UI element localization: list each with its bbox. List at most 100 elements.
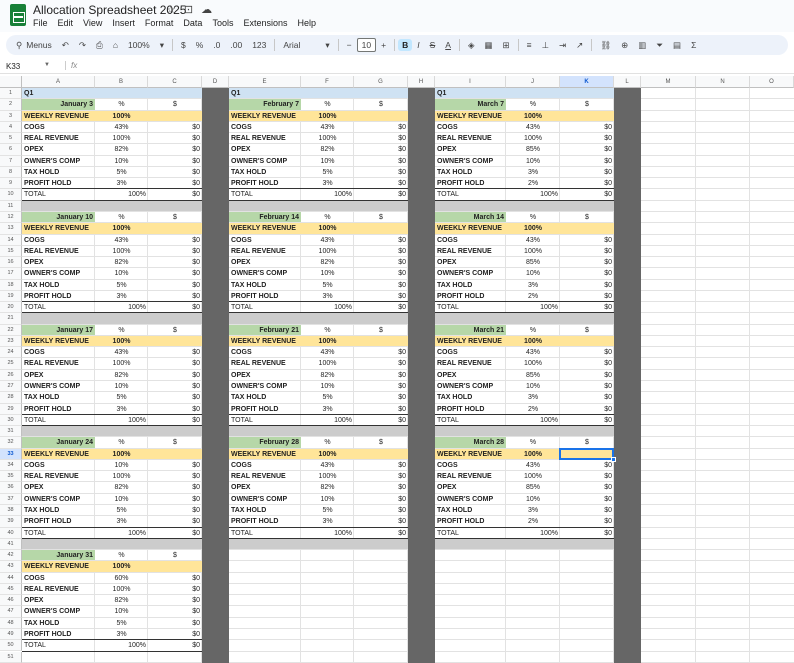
line-item-label[interactable]: COGS [435, 122, 506, 133]
line-item-amount[interactable]: $0 [354, 156, 408, 167]
line-item-label[interactable]: TAX HOLD [435, 280, 506, 291]
line-item-label[interactable]: REAL REVENUE [229, 471, 301, 482]
weekly-revenue-percent[interactable]: 100% [301, 111, 354, 122]
line-item-label[interactable]: COGS [229, 122, 301, 133]
line-item-amount[interactable]: $0 [560, 246, 614, 257]
line-item-amount[interactable]: $0 [148, 460, 202, 471]
line-item-label[interactable]: OWNER'S COMP [435, 268, 506, 279]
amount-header[interactable]: $ [560, 325, 614, 336]
line-item-amount[interactable]: $0 [560, 370, 614, 381]
line-item-percent[interactable]: 100% [95, 358, 148, 369]
week-date-label[interactable]: March 14 [435, 212, 506, 223]
percent-header[interactable]: % [301, 212, 354, 223]
line-item-label[interactable]: OPEX [435, 144, 506, 155]
print-icon[interactable]: ⎙ [91, 40, 108, 51]
menu-format[interactable]: Format [145, 18, 174, 28]
column-header-o[interactable]: O [750, 76, 794, 88]
horizontal-align-icon[interactable]: ≡ [522, 40, 537, 50]
amount-header[interactable]: $ [354, 437, 408, 448]
line-item-label[interactable]: COGS [435, 235, 506, 246]
line-item-label[interactable]: REAL REVENUE [435, 246, 506, 257]
percent-header[interactable]: % [506, 99, 560, 110]
weekly-revenue-label[interactable]: WEEKLY REVENUE [435, 111, 506, 122]
line-item-label[interactable]: OPEX [229, 482, 301, 493]
line-item-amount[interactable]: $0 [148, 618, 202, 629]
line-item-percent[interactable]: 10% [301, 494, 354, 505]
line-item-label[interactable]: REAL REVENUE [22, 133, 95, 144]
line-item-label[interactable]: TAX HOLD [435, 392, 506, 403]
filter-views-icon[interactable]: ▤ [668, 40, 686, 51]
line-item-amount[interactable]: $0 [354, 460, 408, 471]
line-item-percent[interactable]: 82% [95, 595, 148, 606]
line-item-amount[interactable]: $0 [148, 494, 202, 505]
line-item-amount[interactable]: $0 [148, 347, 202, 358]
column-header-a[interactable]: A [22, 76, 95, 88]
star-icon[interactable]: ☆ [166, 3, 176, 16]
line-item-percent[interactable]: 10% [95, 381, 148, 392]
line-item-amount[interactable]: $0 [148, 606, 202, 617]
row-header[interactable]: 9 [0, 178, 22, 190]
line-item-amount[interactable]: $0 [148, 144, 202, 155]
line-item-percent[interactable]: 5% [95, 167, 148, 178]
line-item-label[interactable]: OPEX [229, 144, 301, 155]
row-header[interactable]: 1 [0, 88, 22, 100]
number-format-button[interactable]: 123 [247, 40, 271, 50]
weekly-revenue-percent[interactable]: 100% [301, 336, 354, 347]
line-item-amount[interactable]: $0 [148, 482, 202, 493]
row-header[interactable]: 41 [0, 538, 22, 551]
weekly-revenue-label[interactable]: WEEKLY REVENUE [22, 561, 95, 572]
weekly-revenue-percent[interactable]: 100% [95, 336, 148, 347]
row-header[interactable]: 2 [0, 99, 22, 111]
line-item-label[interactable]: COGS [435, 347, 506, 358]
line-item-percent[interactable]: 3% [506, 280, 560, 291]
line-item-percent[interactable]: 60% [95, 573, 148, 584]
row-header[interactable]: 15 [0, 245, 22, 258]
row-header[interactable]: 27 [0, 381, 22, 393]
line-item-percent[interactable]: 43% [301, 122, 354, 133]
line-item-amount[interactable]: $0 [560, 257, 614, 268]
menu-data[interactable]: Data [183, 18, 202, 28]
menu-insert[interactable]: Insert [112, 18, 135, 28]
weekly-revenue-label[interactable]: WEEKLY REVENUE [22, 449, 95, 460]
line-item-amount[interactable]: $0 [560, 268, 614, 279]
line-item-amount[interactable]: $0 [148, 257, 202, 268]
weekly-revenue-label[interactable]: WEEKLY REVENUE [435, 223, 506, 234]
line-item-amount[interactable]: $0 [354, 235, 408, 246]
line-item-label[interactable]: TAX HOLD [229, 505, 301, 516]
line-item-amount[interactable]: $0 [560, 280, 614, 291]
line-item-label[interactable]: COGS [229, 460, 301, 471]
percent-header[interactable]: % [301, 99, 354, 110]
line-item-percent[interactable]: 10% [506, 494, 560, 505]
quarter-label[interactable]: Q1 [435, 88, 506, 99]
line-item-amount[interactable]: $0 [354, 471, 408, 482]
line-item-percent[interactable]: 10% [301, 268, 354, 279]
row-header[interactable]: 30 [0, 414, 22, 427]
row-header[interactable]: 19 [0, 290, 22, 303]
cloud-status-icon[interactable]: ☁ [201, 3, 212, 16]
line-item-label[interactable]: COGS [435, 460, 506, 471]
line-item-percent[interactable]: 100% [301, 133, 354, 144]
weekly-revenue-label[interactable]: WEEKLY REVENUE [229, 223, 301, 234]
amount-header[interactable]: $ [148, 437, 202, 448]
line-item-label[interactable]: OWNER'S COMP [229, 494, 301, 505]
amount-header[interactable]: $ [148, 212, 202, 223]
row-header[interactable]: 11 [0, 200, 22, 212]
line-item-percent[interactable]: 43% [301, 460, 354, 471]
line-item-percent[interactable]: 82% [95, 144, 148, 155]
line-item-amount[interactable]: $0 [148, 133, 202, 144]
line-item-label[interactable]: REAL REVENUE [435, 133, 506, 144]
line-item-amount[interactable]: $0 [354, 505, 408, 516]
undo-icon[interactable]: ↶ [57, 40, 74, 51]
select-all-corner[interactable] [0, 76, 22, 88]
line-item-label[interactable]: TAX HOLD [22, 618, 95, 629]
line-item-percent[interactable]: 5% [301, 167, 354, 178]
row-header[interactable]: 10 [0, 189, 22, 201]
line-item-percent[interactable]: 82% [301, 144, 354, 155]
percent-header[interactable]: % [301, 325, 354, 336]
italic-icon[interactable]: I [412, 40, 424, 50]
row-header[interactable]: 6 [0, 144, 22, 156]
line-item-percent[interactable]: 43% [506, 347, 560, 358]
row-header[interactable]: 33 [0, 448, 22, 460]
vertical-align-icon[interactable]: ⊥ [537, 40, 554, 51]
line-item-percent[interactable]: 5% [95, 392, 148, 403]
